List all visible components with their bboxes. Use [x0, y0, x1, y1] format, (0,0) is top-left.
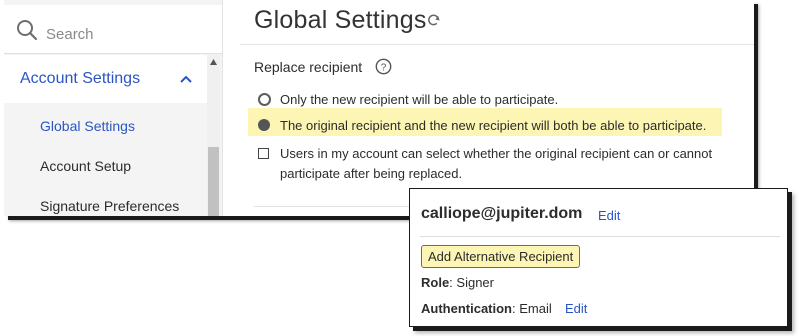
replace-recipient-label: Replace recipient	[254, 59, 363, 75]
settings-window: Search Account Settings Global Settings …	[4, 0, 754, 216]
authentication-line: Authentication: Email	[421, 301, 552, 316]
role-label: Role	[421, 275, 450, 290]
checkbox[interactable]	[258, 148, 269, 159]
svg-text:?: ?	[381, 63, 387, 74]
sidebar-scrollbar[interactable]	[207, 55, 220, 216]
page-title: Global Settings	[254, 6, 427, 34]
sidebar-item-signature-preferences[interactable]: Signature Preferences	[40, 198, 179, 214]
edit-authentication-link[interactable]: Edit	[565, 301, 587, 316]
search-icon	[17, 20, 38, 41]
authentication-value: Email	[519, 301, 552, 316]
help-icon[interactable]: ?	[375, 58, 392, 75]
add-alternative-recipient-button[interactable]: Add Alternative Recipient	[421, 245, 581, 268]
sidebar-section-account-settings[interactable]: Account Settings	[4, 55, 207, 103]
section-divider	[254, 206, 414, 207]
sidebar-item-global-settings[interactable]: Global Settings	[40, 118, 135, 134]
option-text: Only the new recipient will be able to p…	[280, 92, 559, 107]
radio-button-selected[interactable]	[258, 119, 270, 131]
edit-email-link[interactable]: Edit	[598, 208, 620, 223]
sidebar-item-account-setup[interactable]: Account Setup	[40, 158, 131, 174]
scrollbar-thumb[interactable]	[208, 147, 219, 216]
authentication-label: Authentication	[421, 301, 512, 316]
refresh-icon[interactable]	[426, 13, 441, 28]
option-text-line1: Users in my account can select whether t…	[280, 146, 713, 161]
role-value: Signer	[456, 275, 494, 290]
role-line: Role: Signer	[421, 275, 494, 290]
option-text-line2: participate after being replaced.	[280, 166, 463, 181]
recipient-card: calliope@jupiter.dom Edit Add Alternativ…	[409, 188, 788, 327]
sidebar-section-label: Account Settings	[20, 70, 141, 87]
option-text: The original recipient and the new recip…	[280, 118, 707, 133]
recipient-email: calliope@jupiter.dom	[421, 205, 583, 222]
scroll-up-arrow-icon[interactable]	[210, 59, 217, 65]
radio-button[interactable]	[258, 93, 271, 106]
search-box[interactable]: Search	[4, 5, 222, 54]
main-content: Global Settings Replace recipient ? Only…	[240, 0, 754, 216]
chevron-up-icon[interactable]	[179, 74, 193, 84]
sidebar: Search Account Settings Global Settings …	[4, 0, 223, 216]
title-divider	[240, 44, 754, 45]
search-placeholder: Search	[46, 26, 94, 43]
card-divider	[420, 236, 780, 237]
